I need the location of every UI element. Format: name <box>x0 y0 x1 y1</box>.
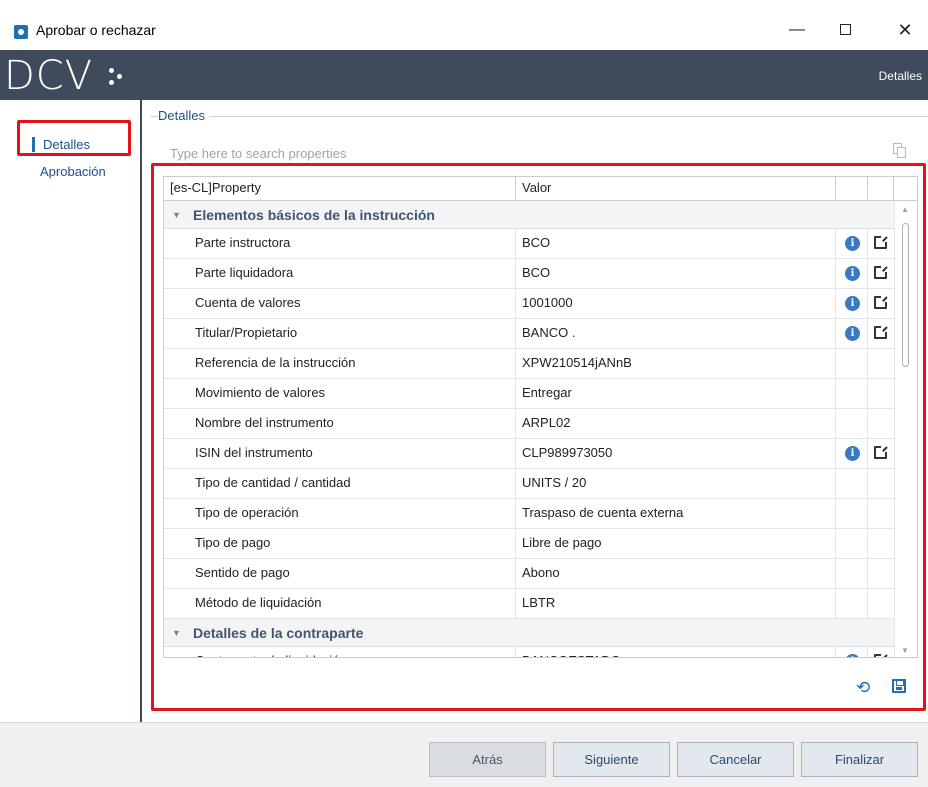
cancel-button[interactable]: Cancelar <box>677 742 794 777</box>
back-button[interactable]: Atrás <box>429 742 546 777</box>
maximize-button[interactable] <box>822 16 868 44</box>
group-title: Detalles <box>158 108 209 123</box>
dcv-logo: DCV <box>4 53 94 99</box>
minimize-button[interactable]: — <box>774 16 820 44</box>
next-button[interactable]: Siguiente <box>553 742 670 777</box>
group-divider <box>150 116 928 117</box>
search-input[interactable]: Type here to search properties <box>170 146 346 161</box>
wizard-footer: Atrás Siguiente Cancelar Finalizar <box>0 722 928 787</box>
copy-icon[interactable] <box>893 143 907 159</box>
title-bar: Aprobar o rechazar — ✕ <box>0 0 928 50</box>
highlight-box-details <box>151 163 926 711</box>
close-button[interactable]: ✕ <box>882 16 928 44</box>
header-banner: DCV Detalles <box>0 50 928 100</box>
window-title: Aprobar o rechazar <box>36 22 156 38</box>
maximize-icon <box>839 24 851 36</box>
left-nav: Detalles Aprobación <box>0 100 142 722</box>
highlight-box-nav <box>17 120 131 156</box>
banner-section-label: Detalles <box>878 69 922 83</box>
finish-button[interactable]: Finalizar <box>801 742 918 777</box>
nav-item-aprobacion[interactable]: Aprobación <box>40 164 106 179</box>
app-icon <box>14 25 28 39</box>
